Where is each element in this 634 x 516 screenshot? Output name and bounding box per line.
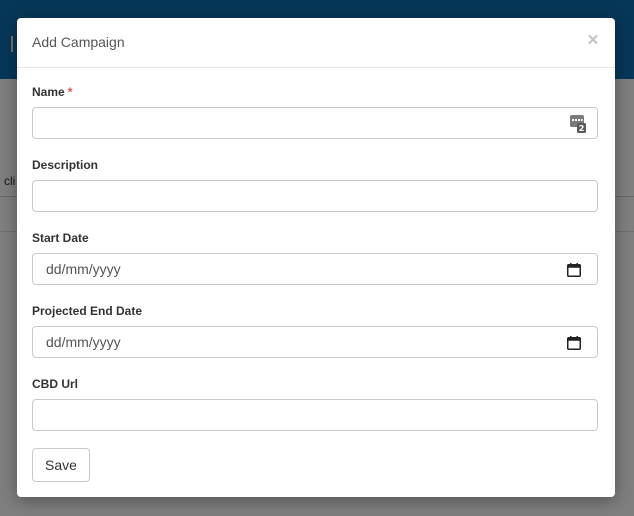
description-input[interactable] bbox=[32, 180, 598, 212]
calendar-icon[interactable] bbox=[567, 263, 581, 277]
cbd-url-label: CBD Url bbox=[32, 377, 79, 391]
keyboard-badge-icon[interactable]: 2 bbox=[570, 115, 586, 133]
svg-text:2: 2 bbox=[579, 124, 585, 133]
modal-header: Add Campaign × bbox=[17, 18, 615, 68]
name-label-text: Name bbox=[32, 85, 65, 99]
save-button[interactable]: Save bbox=[32, 448, 90, 482]
start-date-input[interactable]: dd/mm/yyyy bbox=[32, 253, 598, 285]
name-label: Name * bbox=[32, 85, 72, 99]
name-input[interactable]: 2 bbox=[32, 107, 598, 139]
projected-end-date-placeholder: dd/mm/yyyy bbox=[46, 334, 121, 350]
calendar-icon[interactable] bbox=[567, 336, 581, 350]
add-campaign-modal: Add Campaign × Name * 2 Description Start… bbox=[17, 18, 615, 497]
start-date-label: Start Date bbox=[32, 231, 89, 245]
description-label: Description bbox=[32, 158, 99, 172]
cbd-url-input[interactable] bbox=[32, 399, 598, 431]
required-marker: * bbox=[67, 85, 73, 99]
projected-end-date-input[interactable]: dd/mm/yyyy bbox=[32, 326, 598, 358]
close-button[interactable]: × bbox=[583, 30, 603, 52]
start-date-placeholder: dd/mm/yyyy bbox=[46, 261, 121, 277]
projected-end-date-label: Projected End Date bbox=[32, 304, 143, 318]
modal-title: Add Campaign bbox=[32, 34, 125, 50]
